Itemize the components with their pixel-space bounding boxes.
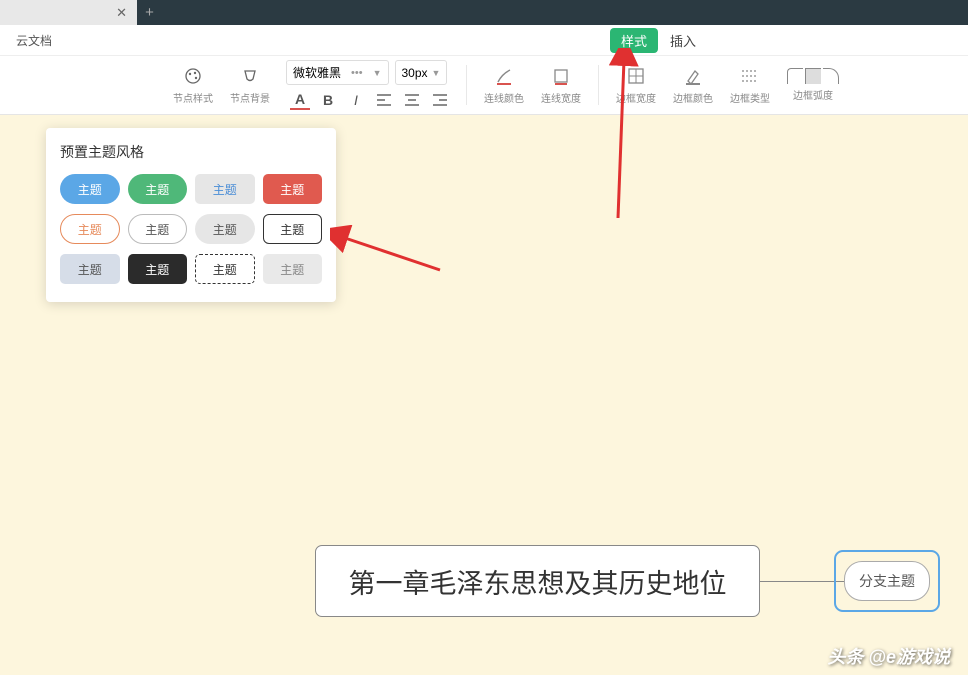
menu-insert[interactable]: 插入 [658,27,708,54]
border-type-icon [739,65,761,87]
theme-preset-10[interactable]: 主题 [128,254,188,284]
theme-preset-1[interactable]: 主题 [60,174,120,204]
bucket-icon [239,65,261,87]
watermark-text: 头条 @e游戏说 [827,643,950,669]
line-width-icon [550,65,572,87]
panel-title: 预置主题风格 [60,142,322,162]
annotation-arrow-icon [598,48,658,228]
divider [466,65,467,105]
align-right-icon[interactable] [430,90,450,110]
menu-bar: 云文档 样式 插入 [0,25,968,56]
theme-preset-2[interactable]: 主题 [128,174,188,204]
tab-bar: ✕ + [0,0,968,25]
toolbar: 节点样式 节点背景 微软雅黑 ••• ▼ 30px ▼ A B I [0,56,968,115]
add-tab-button[interactable]: + [137,4,162,21]
chevron-down-icon: ▼ [373,68,382,78]
border-color-group[interactable]: 边框颜色 [668,56,718,114]
theme-preset-6[interactable]: 主题 [128,214,188,244]
align-left-icon[interactable] [374,90,394,110]
border-radius-group[interactable]: 边框弧度 [782,56,844,114]
palette-icon [182,65,204,87]
bold-button[interactable]: B [318,90,338,110]
mindmap-root-node[interactable]: 第一章毛泽东思想及其历史地位 [315,545,760,617]
theme-preset-panel: 预置主题风格 主题 主题 主题 主题 主题 主题 主题 主题 主题 主题 主题 … [46,128,336,302]
font-color-button[interactable]: A [290,90,310,110]
node-style-group[interactable]: 节点样式 [168,56,218,114]
annotation-arrow-icon [330,225,450,285]
theme-preset-9[interactable]: 主题 [60,254,120,284]
mindmap-branch-node[interactable]: 分支主题 [844,561,930,601]
italic-button[interactable]: I [346,90,366,110]
app-label: 云文档 [4,32,64,49]
theme-preset-11[interactable]: 主题 [195,254,255,284]
theme-preset-4[interactable]: 主题 [263,174,323,204]
node-bg-group[interactable]: 节点背景 [225,56,275,114]
theme-preset-12[interactable]: 主题 [263,254,323,284]
font-family-select[interactable]: 微软雅黑 ••• ▼ [286,60,389,85]
border-type-group[interactable]: 边框类型 [725,56,775,114]
corner-radius-icon [787,68,839,84]
theme-preset-8[interactable]: 主题 [263,214,323,244]
browser-tab[interactable]: ✕ [0,0,137,25]
font-size-select[interactable]: 30px ▼ [395,60,448,85]
theme-preset-5[interactable]: 主题 [60,214,120,244]
close-icon[interactable]: ✕ [116,5,127,21]
line-color-icon [493,65,515,87]
theme-preset-3[interactable]: 主题 [195,174,255,204]
more-icon: ••• [351,67,363,79]
node-connector [760,581,844,582]
line-width-group[interactable]: 连线宽度 [536,56,586,114]
border-color-icon [682,65,704,87]
line-color-group[interactable]: 连线颜色 [479,56,529,114]
chevron-down-icon: ▼ [432,68,441,78]
align-center-icon[interactable] [402,90,422,110]
theme-preset-7[interactable]: 主题 [195,214,255,244]
